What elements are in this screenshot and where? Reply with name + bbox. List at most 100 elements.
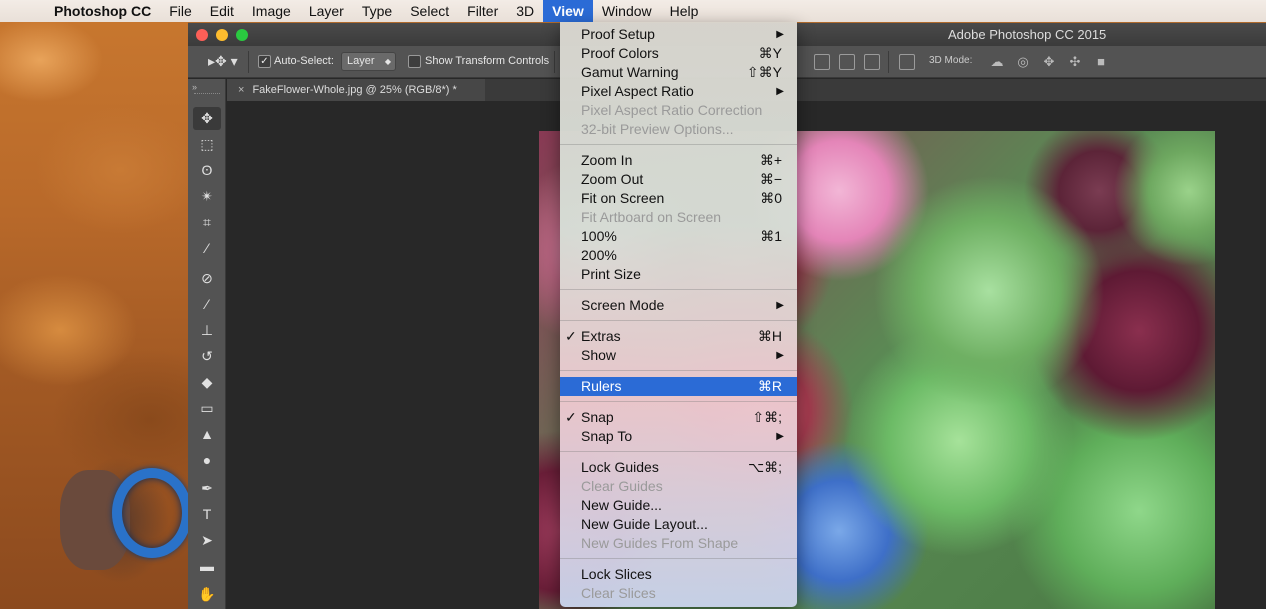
window-zoom-button[interactable] [236,29,248,41]
path-selection-tool-icon[interactable]: ➤ [193,529,221,552]
window-minimize-button[interactable] [216,29,228,41]
menu-item-shortcut: ⌥⌘; [747,459,782,475]
menu-3d[interactable]: 3D [507,0,543,22]
menu-item-label: 200% [581,247,617,263]
type-tool-icon[interactable]: T [193,503,221,526]
menu-item-new-guides-from-shape: New Guides From Shape [560,534,797,553]
panel-collapse-icon[interactable]: » [192,82,197,92]
align-icon[interactable] [864,54,880,70]
menu-item-label: Screen Mode [581,297,665,313]
document-tab[interactable]: × FakeFlower-Whole.jpg @ 25% (RGB/8*) * [227,79,485,101]
brush-tool-icon[interactable]: ⁄ [193,293,221,316]
auto-align-icon[interactable] [899,54,915,70]
history-brush-tool-icon[interactable]: ↺ [193,345,221,368]
menu-item-shortcut: ⌘− [759,171,782,187]
menu-separator [560,396,797,408]
auto-select-dropdown[interactable]: Layer ◆ [341,52,396,71]
menu-filter[interactable]: Filter [458,0,507,22]
submenu-arrow-icon: ▶ [776,29,784,40]
menu-item-label: Extras [581,328,621,344]
dodge-tool-icon[interactable]: ● [193,449,221,472]
menu-item-proof-setup[interactable]: Proof Setup ▶ [560,25,797,44]
menu-item-label: 32-bit Preview Options... [581,121,734,137]
menu-item-new-guide-layout[interactable]: New Guide Layout... [560,515,797,534]
tab-close-icon[interactable]: × [238,84,244,96]
auto-select-label: Auto-Select: [274,55,334,67]
menu-type[interactable]: Type [353,0,401,22]
menu-item-zoom-out[interactable]: Zoom Out ⌘− [560,170,797,189]
menu-item-print-size[interactable]: Print Size [560,265,797,284]
menu-item-label: Zoom Out [581,171,644,187]
window-title: Adobe Photoshop CC 2015 [948,27,1107,42]
menu-file[interactable]: File [160,0,201,22]
menu-item-pixel-aspect-ratio[interactable]: Pixel Aspect Ratio ▶ [560,82,797,101]
menu-item-snap[interactable]: ✓ Snap ⇧⌘; [560,408,797,427]
hand-tool-icon[interactable]: ✋ [193,583,221,606]
magic-wand-tool-icon[interactable]: ✴ [193,185,221,208]
submenu-arrow-icon: ▶ [776,350,784,361]
move-tool-preset-icon[interactable]: ▸✥ ▾ [208,53,238,70]
crop-tool-icon[interactable]: ⌗ [193,211,221,234]
show-transform-checkbox[interactable] [408,55,421,68]
healing-brush-tool-icon[interactable]: ⊘ [193,267,221,290]
menu-item-fit-on-screen[interactable]: Fit on Screen ⌘0 [560,189,797,208]
auto-select-checkbox[interactable]: ✓ [258,55,271,68]
menu-item-show[interactable]: Show ▶ [560,346,797,365]
menu-separator [560,315,797,327]
sharpen-tool-icon[interactable]: ▲ [193,423,221,446]
marquee-tool-icon[interactable]: ⬚ [193,133,221,156]
lasso-tool-icon[interactable]: ʘ [193,159,221,182]
menu-item-label: Pixel Aspect Ratio [581,83,694,99]
gradient-tool-icon[interactable]: ▭ [193,397,221,420]
menu-item-extras[interactable]: ✓ Extras ⌘H [560,327,797,346]
menu-item-screen-mode[interactable]: Screen Mode ▶ [560,296,797,315]
menu-view[interactable]: View [543,0,593,22]
submenu-arrow-icon: ▶ [776,86,784,97]
rectangle-tool-icon[interactable]: ▬ [193,555,221,578]
menu-item-shortcut: ⌘+ [759,152,782,168]
submenu-arrow-icon: ▶ [776,431,784,442]
3d-slide-icon[interactable]: ✣ [1067,54,1083,70]
menu-item-rulers[interactable]: Rulers ⌘R [560,377,797,396]
menu-layer[interactable]: Layer [300,0,353,22]
eyedropper-tool-icon[interactable]: ⁄ [193,237,221,260]
eraser-tool-icon[interactable]: ◆ [193,371,221,394]
menu-app-name[interactable]: Photoshop CC [45,0,160,22]
clone-stamp-tool-icon[interactable]: ⊥ [193,319,221,342]
3d-pan-icon[interactable]: ✥ [1041,54,1057,70]
menu-item-label: New Guides From Shape [581,535,739,551]
document-tab-label: FakeFlower-Whole.jpg @ 25% (RGB/8*) * [252,84,457,96]
menu-edit[interactable]: Edit [201,0,243,22]
menu-item-zoom-in[interactable]: Zoom In ⌘+ [560,151,797,170]
pen-tool-icon[interactable]: ✒ [193,477,221,500]
3d-rotate-icon[interactable]: ☁ [989,54,1005,70]
menu-item-gamut-warning[interactable]: Gamut Warning ⇧⌘Y [560,63,797,82]
move-tool-icon[interactable]: ✥ [193,107,221,130]
panel-grip[interactable] [194,93,220,96]
menu-item-proof-colors[interactable]: Proof Colors ⌘Y [560,44,797,63]
menu-select[interactable]: Select [401,0,458,22]
wallpaper-blue-ring [112,468,192,558]
menu-item-new-guide[interactable]: New Guide... [560,496,797,515]
align-icon[interactable] [839,54,855,70]
menu-item-label: Show [581,347,617,363]
window-close-button[interactable] [196,29,208,41]
align-icon[interactable] [814,54,830,70]
3d-roll-icon[interactable]: ◎ [1015,54,1031,70]
menu-item-lock-slices[interactable]: Lock Slices [560,565,797,584]
menu-item-200[interactable]: 200% [560,246,797,265]
menu-item-32-bit-preview-options: 32-bit Preview Options... [560,120,797,139]
menu-item-100[interactable]: 100% ⌘1 [560,227,797,246]
menu-help[interactable]: Help [661,0,708,22]
tools-panel: » ✥ ⬚ ʘ ✴ ⌗ ⁄ ⊘ ⁄ ⊥ ↺ ◆ ▭ ▲ ● ✒ T ➤ ▬ ✋ [188,79,226,609]
menu-item-label: Lock Slices [581,566,652,582]
menu-window[interactable]: Window [593,0,661,22]
menu-item-label: New Guide Layout... [581,516,708,532]
checkmark-icon: ✓ [565,409,577,425]
menu-item-label: Clear Guides [581,478,663,494]
desktop-wallpaper [0,0,192,609]
menu-image[interactable]: Image [243,0,300,22]
menu-item-lock-guides[interactable]: Lock Guides ⌥⌘; [560,458,797,477]
3d-scale-icon[interactable]: ■ [1093,54,1109,70]
menu-item-snap-to[interactable]: Snap To ▶ [560,427,797,446]
